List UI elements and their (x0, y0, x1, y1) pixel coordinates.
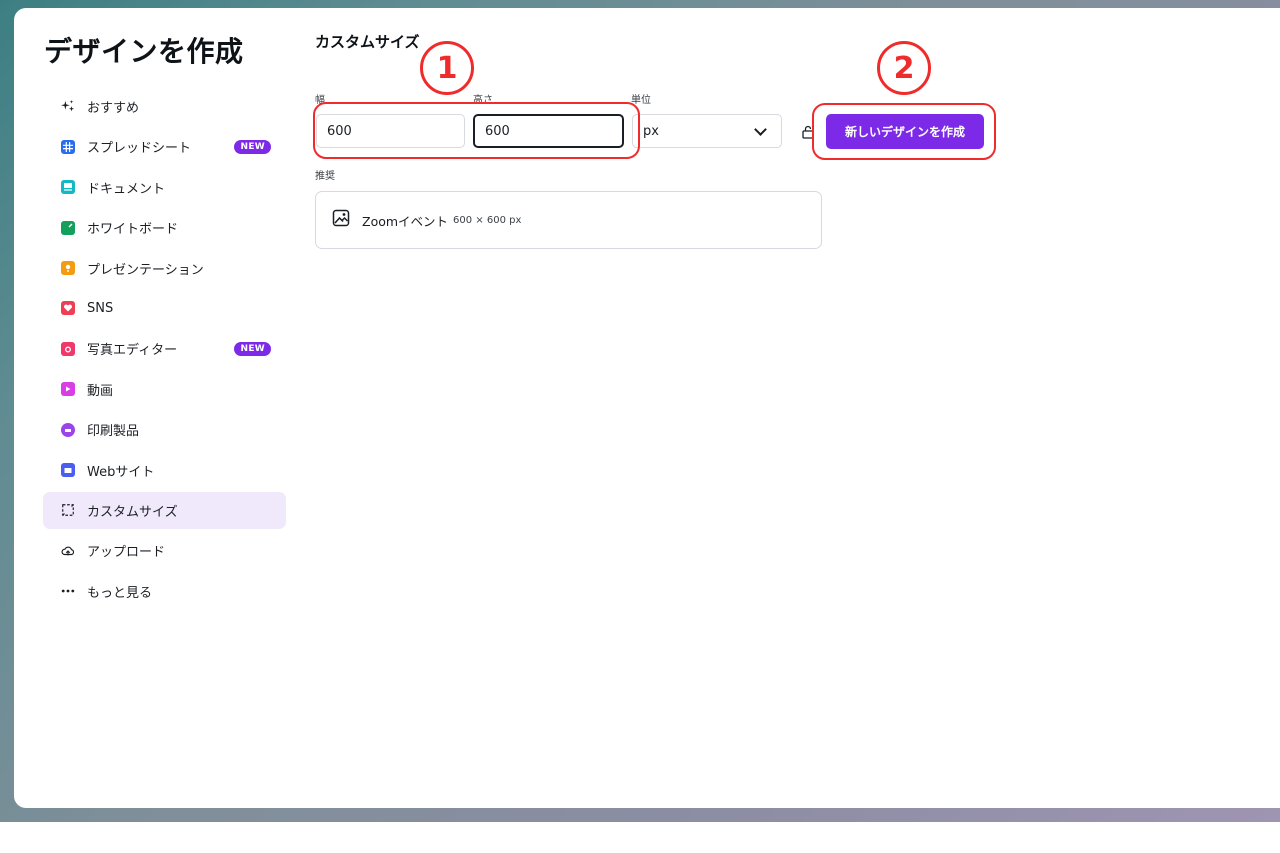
spreadsheet-icon (61, 139, 75, 154)
video-icon (61, 382, 75, 397)
suggestion-item[interactable]: Zoomイベント 600 × 600 px (315, 191, 822, 249)
annotation-highlight-create-button (812, 103, 996, 160)
panel-title: デザインを作成 (44, 35, 244, 68)
section-title: カスタムサイズ (315, 33, 420, 51)
sidebar-item-whiteboard[interactable]: ホワイトボード (43, 209, 286, 246)
sidebar-item-label: ドキュメント (87, 181, 166, 197)
unit-select-value: px (643, 123, 659, 139)
sidebar-item-print[interactable]: 印刷製品 (43, 411, 286, 448)
sparkle-icon (61, 99, 75, 114)
sidebar-item-video[interactable]: 動画 (43, 371, 286, 408)
sidebar-item-sns[interactable]: SNS (43, 290, 286, 327)
sidebar-item-label: おすすめ (87, 101, 140, 116)
whiteboard-icon (61, 220, 75, 235)
custom-size-icon (61, 503, 75, 517)
website-icon (61, 463, 75, 478)
sidebar-item-label: プレゼンテーション (87, 262, 204, 278)
sidebar-item-website[interactable]: Webサイト (43, 452, 286, 489)
annotation-marker-1: 1 (420, 41, 474, 95)
new-badge: NEW (234, 140, 271, 155)
sidebar-item-custom-size[interactable]: カスタムサイズ (43, 491, 286, 529)
heart-icon (61, 301, 75, 316)
suggestion-name: Zoomイベント (362, 213, 449, 229)
sidebar-item-upload[interactable]: アップロード (43, 532, 286, 569)
sidebar-item-label: もっと見る (87, 585, 153, 601)
sidebar-item-label: ホワイトボード (87, 222, 179, 238)
sidebar-item-label: Webサイト (87, 464, 155, 480)
sidebar-item-presentation[interactable]: プレゼンテーション (43, 250, 286, 287)
sidebar-item-label: スプレッドシート (87, 141, 192, 157)
sidebar-item-label: カスタムサイズ (87, 504, 178, 520)
recommend-label: 推奨 (315, 171, 335, 182)
sidebar-item-label: 動画 (87, 383, 114, 399)
sidebar-nav: おすすめ スプレッドシート NEW ドキュメント ホワイトボード プレゼンテーシ… (43, 88, 286, 613)
more-dots-icon (61, 584, 75, 598)
sidebar-item-more[interactable]: もっと見る (43, 573, 286, 610)
sidebar-item-label: アップロード (87, 545, 166, 561)
new-badge: NEW (234, 342, 271, 357)
sidebar-item-label: 写真エディター (87, 343, 178, 359)
sidebar-item-photo-editor[interactable]: 写真エディター NEW (43, 330, 286, 367)
sidebar-item-recommended[interactable]: おすすめ (43, 88, 286, 125)
annotation-highlight-size-inputs (313, 102, 640, 159)
upload-cloud-icon (61, 544, 75, 558)
sidebar-item-spreadsheet[interactable]: スプレッドシート NEW (43, 128, 286, 165)
sidebar-item-label: 印刷製品 (87, 424, 140, 440)
suggestion-size: 600 × 600 px (453, 214, 522, 226)
chevron-down-icon (754, 122, 767, 136)
document-icon (61, 180, 75, 195)
unit-select[interactable]: px (632, 114, 782, 148)
printer-icon (61, 422, 75, 437)
sidebar-item-label: SNS (87, 300, 114, 316)
presentation-icon (61, 261, 75, 276)
sidebar-item-document[interactable]: ドキュメント (43, 169, 286, 206)
annotation-marker-2: 2 (877, 41, 931, 95)
camera-icon (61, 341, 75, 356)
image-icon (332, 209, 350, 231)
